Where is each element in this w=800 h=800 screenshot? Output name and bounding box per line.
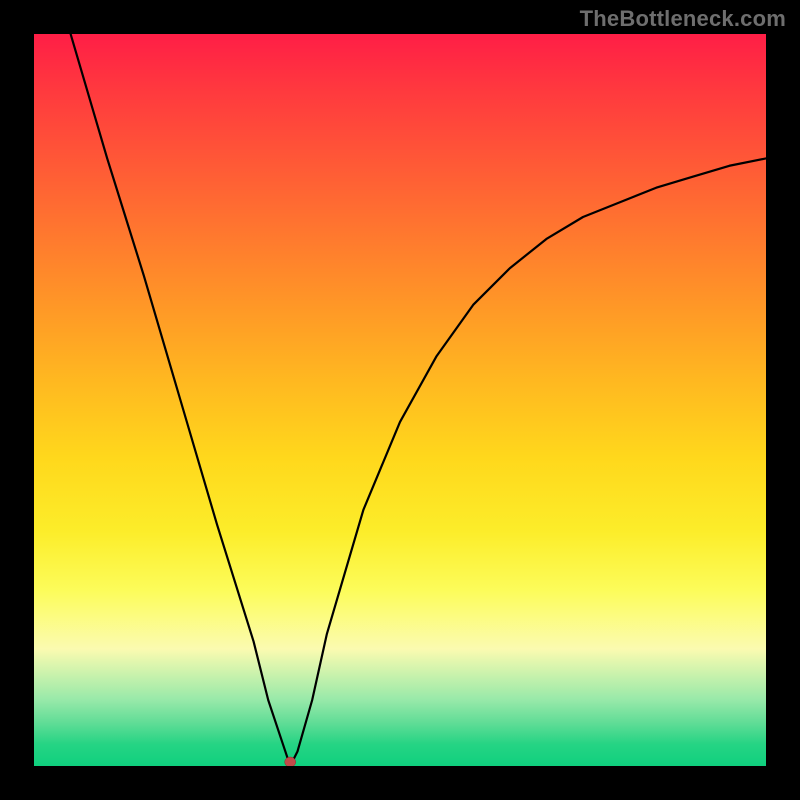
bottleneck-curve <box>71 34 766 766</box>
chart-container: TheBottleneck.com <box>0 0 800 800</box>
plot-area <box>34 34 766 766</box>
watermark-text: TheBottleneck.com <box>580 6 786 32</box>
minimum-marker <box>285 757 296 766</box>
curve-svg <box>34 34 766 766</box>
